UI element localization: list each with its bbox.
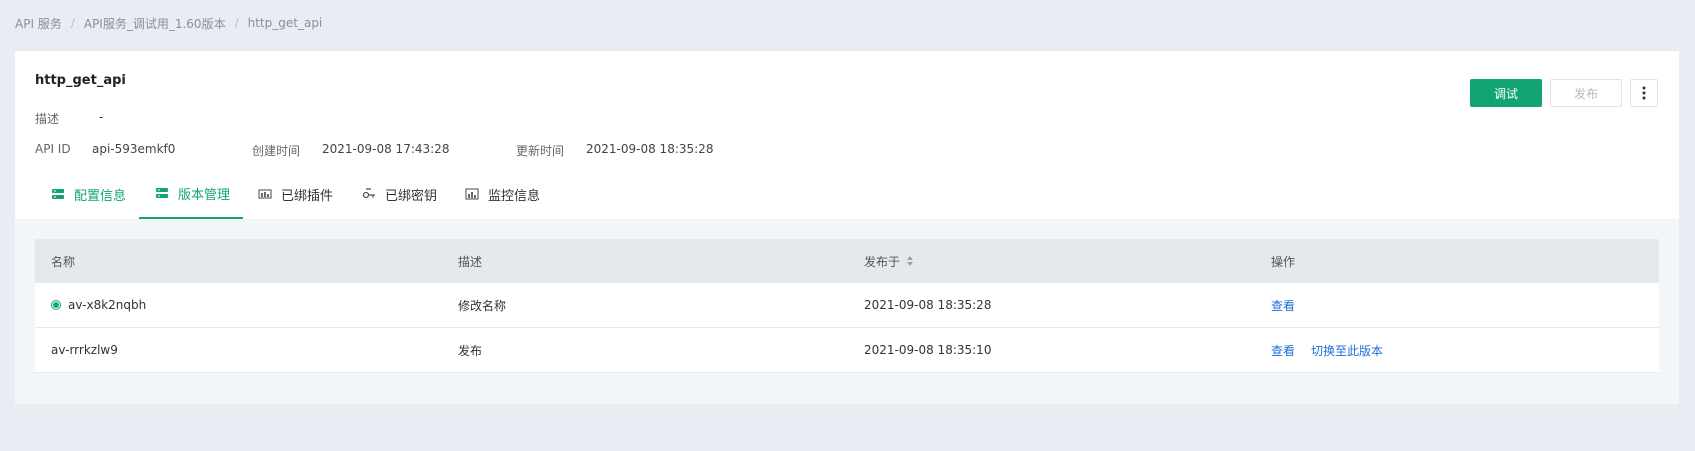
version-published-time: 2021-09-08 18:35:10 [864,343,992,357]
description-value: - [99,110,104,124]
tab-label: 配置信息 [74,188,127,204]
breadcrumb-current: http_get_api [247,16,323,30]
version-icon [155,187,169,199]
tab-keys[interactable]: 已绑密钥 [362,169,437,219]
breadcrumb-api-service[interactable]: API 服务 [15,15,62,32]
version-description: 发布 [458,343,483,358]
version-actions: 查看 切换至此版本 [1271,328,1383,372]
sort-icon[interactable] [906,255,914,267]
created-time-label: 创建时间 [252,144,301,158]
tab-version[interactable]: 版本管理 [139,169,243,219]
version-name: av-x8k2nqbh [68,298,147,312]
breadcrumb-service-name[interactable]: API服务_调试用_1.60版本 [84,15,226,32]
version-actions: 查看 [1271,283,1295,327]
tab-plugins[interactable]: 已绑插件 [258,169,333,219]
breadcrumb-separator: / [70,16,75,30]
plugin-icon [258,188,272,200]
page-title: http_get_api [35,73,126,88]
key-icon [362,188,376,200]
table-header: 名称 描述 发布于 操作 [35,239,1659,283]
version-name: av-rrrkzlw9 [51,343,118,357]
tab-monitor[interactable]: 监控信息 [465,169,540,219]
tab-label: 已绑插件 [281,188,334,204]
tab-bar: 配置信息 版本管理 已绑插件 已绑密钥 监控信息 [35,169,1679,220]
config-icon [51,188,65,200]
breadcrumb: API 服务 / API服务_调试用_1.60版本 / http_get_api [15,15,323,32]
updated-time-value: 2021-09-08 18:35:28 [586,142,714,156]
table-row: av-x8k2nqbh 修改名称 2021-09-08 18:35:28 查看 [35,283,1659,328]
breadcrumb-separator: / [234,16,239,30]
created-time-value: 2021-09-08 17:43:28 [322,142,450,156]
description-row: 描述 - [35,110,103,127]
column-header-description: 描述 [458,254,483,269]
description-label: 描述 [35,112,60,126]
column-header-name: 名称 [51,254,76,269]
view-version-link[interactable]: 查看 [1271,297,1295,314]
column-header-actions: 操作 [1271,254,1296,269]
version-name-cell: av-x8k2nqbh [51,283,146,327]
api-meta-row: API ID api-593emkf0 创建时间 2021-09-08 17:4… [35,142,935,158]
publish-button[interactable]: 发布 [1550,79,1622,107]
column-header-published[interactable]: 发布于 [864,239,914,283]
tab-label: 已绑密钥 [385,188,438,204]
version-name-cell: av-rrrkzlw9 [51,328,118,372]
more-vertical-icon [1642,86,1646,100]
table-row: av-rrrkzlw9 发布 2021-09-08 18:35:10 查看 切换… [35,328,1659,373]
api-id-label: API ID [35,142,71,156]
monitor-icon [465,188,479,200]
version-description: 修改名称 [458,298,507,313]
column-header-label: 发布于 [864,254,901,269]
api-id-value: api-593emkf0 [92,142,176,156]
tab-label: 监控信息 [488,188,541,204]
view-version-link[interactable]: 查看 [1271,342,1295,359]
version-panel: 名称 描述 发布于 操作 av-x8k2nqbh 修改名称 2021-09-08… [15,219,1679,404]
version-published-time: 2021-09-08 18:35:28 [864,298,992,312]
switch-version-link[interactable]: 切换至此版本 [1311,342,1383,359]
current-version-indicator-icon [51,300,61,310]
updated-time-label: 更新时间 [516,144,565,158]
version-table: 名称 描述 发布于 操作 av-x8k2nqbh 修改名称 2021-09-08… [35,239,1659,373]
api-detail-card: http_get_api 描述 - API ID api-593emkf0 创建… [15,51,1679,404]
tab-label: 版本管理 [178,187,231,203]
more-actions-button[interactable] [1630,79,1658,107]
debug-button[interactable]: 调试 [1470,79,1542,107]
tab-config[interactable]: 配置信息 [51,169,126,219]
